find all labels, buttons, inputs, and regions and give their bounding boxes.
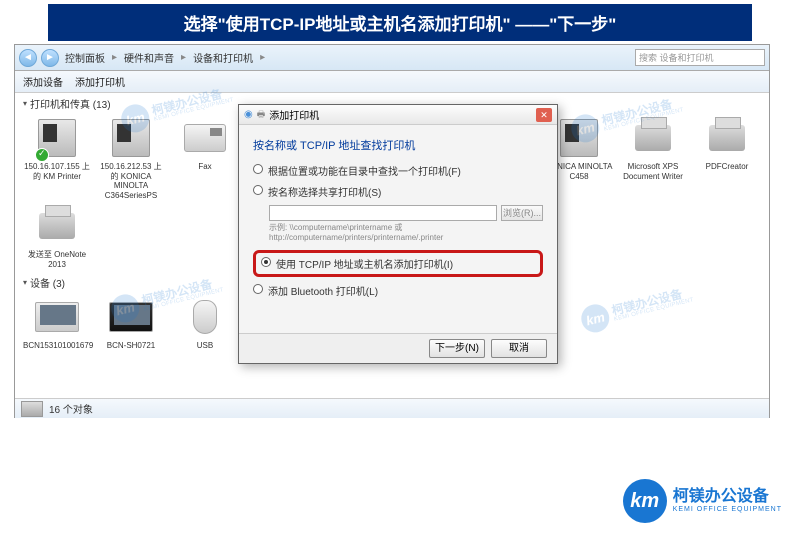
shared-name-input[interactable] (269, 205, 497, 221)
add-printer-button[interactable]: 添加打印机 (75, 74, 125, 89)
dialog-titlebar: ◉ 🖶 添加打印机 ✕ (239, 105, 557, 125)
crumb-1[interactable]: 硬件和声音 (122, 50, 176, 65)
search-input[interactable]: 搜索 设备和打印机 (635, 49, 765, 66)
footer-brand: km 柯镁办公设备KEMI OFFICE EQUIPMENT (623, 479, 782, 523)
option-directory[interactable]: 根据位置或功能在目录中查找一个打印机(F) (253, 163, 543, 178)
dialog-title: 添加打印机 (269, 107, 319, 122)
device-item[interactable]: BCN-SH0721 (97, 295, 165, 351)
cancel-button[interactable]: 取消 (491, 339, 547, 358)
printer-item[interactable]: 150.16.212.53 上的 KONICA MINOLTA C364Seri… (97, 116, 165, 200)
printer-item[interactable]: 150.16.107.155 上的 KM Printer (23, 116, 91, 200)
forward-button[interactable]: ► (41, 49, 59, 67)
device-item[interactable]: USB (171, 295, 239, 351)
close-icon[interactable]: ✕ (536, 108, 552, 122)
crumb-2[interactable]: 设备和打印机 (191, 50, 255, 65)
brand-logo-icon: km (623, 479, 667, 523)
next-button[interactable]: 下一步(N) (429, 339, 485, 358)
printer-item[interactable]: Fax (171, 116, 239, 200)
printer-icon (21, 401, 43, 417)
option-bluetooth[interactable]: 添加 Bluetooth 打印机(L) (253, 283, 543, 298)
option-shared[interactable]: 按名称选择共享打印机(S) (253, 184, 543, 199)
option-tcpip[interactable]: 使用 TCP/IP 地址或主机名添加打印机(I) (261, 256, 535, 271)
add-device-button[interactable]: 添加设备 (23, 74, 63, 89)
printer-item[interactable]: 发送至 OneNote 2013 (23, 204, 91, 269)
back-icon[interactable]: ◉ (244, 109, 253, 120)
default-badge-icon (35, 148, 49, 162)
browse-button[interactable]: 浏览(R)... (501, 205, 543, 221)
dialog-heading: 按名称或 TCP/IP 地址查找打印机 (253, 137, 543, 153)
status-bar: 16 个对象 (15, 398, 769, 418)
breadcrumb[interactable]: 控制面板▸ 硬件和声音▸ 设备和打印机▸ (63, 50, 631, 65)
toolbar: 添加设备 添加打印机 (15, 71, 769, 93)
printer-item[interactable]: Microsoft XPS Document Writer (619, 116, 687, 200)
slide-title: 选择"使用TCP-IP地址或主机名添加打印机" ——"下一步" (48, 4, 752, 41)
add-printer-dialog: ◉ 🖶 添加打印机 ✕ 按名称或 TCP/IP 地址查找打印机 根据位置或功能在… (238, 104, 558, 364)
back-button[interactable]: ◄ (19, 49, 37, 67)
tcpip-highlight: 使用 TCP/IP 地址或主机名添加打印机(I) (253, 250, 543, 277)
window-header: ◄ ► 控制面板▸ 硬件和声音▸ 设备和打印机▸ 搜索 设备和打印机 (15, 45, 769, 71)
crumb-0[interactable]: 控制面板 (63, 50, 107, 65)
example-hint: 示例: \\computername\printername 或http://c… (269, 223, 543, 244)
status-text: 16 个对象 (49, 401, 93, 416)
device-item[interactable]: BCN153101001679 (23, 295, 91, 351)
printer-item[interactable]: PDFCreator (693, 116, 761, 200)
